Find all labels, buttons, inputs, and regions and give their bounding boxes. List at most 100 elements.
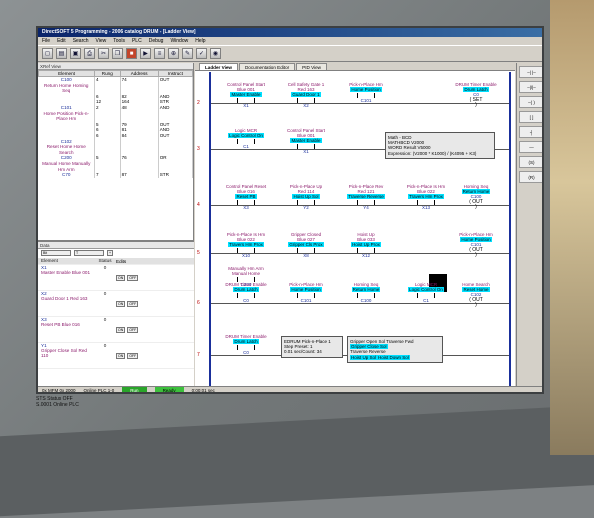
on-button[interactable]: ON xyxy=(116,300,126,307)
tab-pid-view[interactable]: PID View xyxy=(296,63,327,70)
ladder-contact[interactable]: Logic MCR Logic Control On C1 xyxy=(215,128,277,149)
menu-item-file[interactable]: File xyxy=(42,37,50,45)
ladder-contact[interactable]: Cell Safety Gate 1 Red 163 Guard Door 1 X2 xyxy=(275,82,337,108)
xref-address: 74 xyxy=(120,76,159,94)
data-view-row[interactable]: X2 Guard Door 1 Red 163 0 ON OFF xyxy=(38,291,194,317)
ladder-contact[interactable]: Pick-n-Place Up Red 114 Hoist Up Sol Y2 xyxy=(275,184,337,210)
contact-description: Traverse Reverse xyxy=(347,194,385,200)
status-run: Run xyxy=(122,387,147,392)
edit-mode-icon[interactable]: ✎ xyxy=(182,48,193,59)
menu-item-window[interactable]: Window xyxy=(170,37,188,45)
contact-address: X1 xyxy=(243,103,249,109)
table-row[interactable]: C70 7 87 STR xyxy=(38,172,194,178)
data-view-row[interactable]: X3 Reset PB Blue 016 0 ON OFF xyxy=(38,317,194,343)
drum-box[interactable]: EDRUM Pick-n-Place 1 Step Preset: 1 0.01 s… xyxy=(281,336,343,358)
data-view-column-header[interactable]: Element xyxy=(38,258,94,264)
status-bar: 0x MFM 0x 2000 Online PLC 1-0 Run Ready … xyxy=(38,386,542,393)
ladder-icon[interactable]: ≡ xyxy=(154,48,165,59)
add-element-button[interactable]: + xyxy=(107,250,114,256)
data-view-column-header[interactable]: Status xyxy=(94,258,116,264)
contact-description: Hoist Up Prox xyxy=(351,242,381,248)
ladder-contact[interactable]: DRUM Timer Enable Drum Latch C0 xyxy=(215,334,277,355)
wire-icon[interactable]: — xyxy=(519,141,542,153)
contact-no-icon[interactable]: –| |– xyxy=(519,66,542,78)
on-button[interactable]: ON xyxy=(116,326,126,333)
save-icon[interactable]: ▣ xyxy=(70,48,81,59)
branch-icon[interactable]: ┤ xyxy=(519,126,542,138)
ladder-contact[interactable]: Gripper Closed Blue 027 Gripper Cls Prox X8 xyxy=(275,232,337,258)
off-button[interactable]: OFF xyxy=(127,274,139,281)
zoom-icon[interactable]: ⊕ xyxy=(168,48,179,59)
data-view-row[interactable]: Y1 Gripper Close Sol Red 110 0 ON OFF xyxy=(38,343,194,369)
right-power-rail xyxy=(509,72,511,386)
ladder-contact[interactable]: Pick-n-Place Rev Red 121 Traverse Reverse Y… xyxy=(335,184,397,210)
math-box[interactable]: Math - BCD MATHBCD V2000 WORD Result V5000… xyxy=(385,132,495,159)
run-icon[interactable]: ▶ xyxy=(140,48,151,59)
type-select[interactable]: Bit xyxy=(41,250,71,256)
contact-address: X2 xyxy=(303,103,309,109)
contact-nc-icon[interactable]: –|/|– xyxy=(519,81,542,93)
ladder-coil[interactable]: Homing Seq Return Home C100( OUT ) xyxy=(445,184,507,210)
copy-icon[interactable]: ❐ xyxy=(112,48,123,59)
menu-item-search[interactable]: Search xyxy=(73,37,89,45)
xref-description: Reset Home Home Search xyxy=(46,144,86,155)
contact-description: Return Home xyxy=(351,287,381,293)
off-button[interactable]: OFF xyxy=(127,352,139,359)
menu-item-help[interactable]: Help xyxy=(195,37,205,45)
table-row[interactable]: C102 Reset Home Home Search xyxy=(38,138,194,156)
ladder-contact[interactable]: Pick-n-Place Hm Home Position C101 xyxy=(275,282,337,303)
contact-description: Gripper Cls Prox xyxy=(288,242,324,248)
ladder-coil[interactable]: Pick-n-Place Hm Home Position C101( OUT ) xyxy=(445,232,507,258)
xref-description: Return Home Homing Seq xyxy=(44,82,89,94)
new-icon[interactable]: ◻ xyxy=(42,48,53,59)
ladder-contact[interactable]: Control Panel Start Blue 001 Master Enable… xyxy=(275,128,337,154)
xref-element-cell: C200 Manual Home Manually Hm Arm xyxy=(38,155,95,173)
contact-description: Hoist Up Sol xyxy=(292,194,320,200)
table-row[interactable]: C101 Home Position Pick-n-Place Hm 2 48 AND xyxy=(38,104,194,122)
data-view-column-header[interactable]: Edits xyxy=(116,258,194,264)
range-select[interactable]: T xyxy=(74,250,104,256)
contact-description: Home Position xyxy=(350,87,382,93)
contact-address: C0 xyxy=(243,298,249,304)
menu-item-debug[interactable]: Debug xyxy=(149,37,164,45)
table-row[interactable]: C100 Return Home Homing Seq 4 74 OUT xyxy=(38,76,194,94)
on-button[interactable]: ON xyxy=(116,274,126,281)
set-coil-icon[interactable]: (S) xyxy=(519,156,542,168)
ladder-contact[interactable]: Pick-n-Place Hm Home Position C101 xyxy=(335,82,397,103)
data-view-status: 0 xyxy=(103,291,107,296)
tab-ladder-view[interactable]: Ladder View xyxy=(199,63,238,70)
ladder-contact[interactable]: Homing Seq Return Home C100 xyxy=(335,282,397,303)
menu-item-edit[interactable]: Edit xyxy=(57,37,66,45)
reset-coil-icon[interactable]: (R) xyxy=(519,171,542,183)
print-icon[interactable]: ⎙ xyxy=(84,48,95,59)
ladder-contact[interactable]: Pick-n-Place Is Hm Blue 022 Travers Hm Pro… xyxy=(215,232,277,258)
cut-icon[interactable]: ✂ xyxy=(98,48,109,59)
application-window: DirectSOFT 5 Programming - 2006 catalog … xyxy=(36,26,544,394)
ladder-coil[interactable]: Home Search Reset Home C102( OUT ) xyxy=(445,282,507,308)
menu-item-tools[interactable]: Tools xyxy=(113,37,125,45)
open-icon[interactable]: ▤ xyxy=(56,48,67,59)
ladder-contact[interactable]: Hoist Up Blue 033 Hoist Up Prox X12 xyxy=(335,232,397,258)
ladder-contact[interactable]: Control Panel Reset Blue 016 Reset PB X3 xyxy=(215,184,277,210)
data-view-row[interactable]: X1 Master Enable Blue 001 0 ON OFF xyxy=(38,265,194,291)
status-cursor: Online PLC 1-0 xyxy=(83,388,115,393)
accept-icon[interactable]: ✓ xyxy=(196,48,207,59)
table-row[interactable]: C200 Manual Home Manually Hm Arm 5 76 OR xyxy=(38,155,194,173)
off-button[interactable]: OFF xyxy=(127,300,139,307)
contact-address: C101 xyxy=(360,98,372,104)
xref-rung: 2 xyxy=(94,104,121,122)
coil-icon[interactable]: –( ) xyxy=(519,96,542,108)
on-button[interactable]: ON xyxy=(116,352,126,359)
stop-icon[interactable]: ■ xyxy=(126,48,137,59)
box-icon[interactable]: [ ] xyxy=(519,111,542,123)
contact-address: X10 xyxy=(241,253,250,259)
menu-item-plc[interactable]: PLC xyxy=(132,37,142,45)
ladder-contact[interactable]: Control Panel Start Blue 001 Master Enable… xyxy=(215,82,277,108)
status-icon[interactable]: ◉ xyxy=(210,48,221,59)
xref-rung: 5 xyxy=(94,155,121,173)
off-button[interactable]: OFF xyxy=(127,326,139,333)
ladder-coil[interactable]: DRUM Timer Enable Drum Latch C0( SET ) xyxy=(445,82,507,108)
tab-documentation-editor[interactable]: Documentation Editor xyxy=(238,63,296,70)
menu-item-view[interactable]: View xyxy=(96,37,107,45)
ladder-contact[interactable]: DRUM Timer Enable Drum Latch C0 xyxy=(215,282,277,303)
